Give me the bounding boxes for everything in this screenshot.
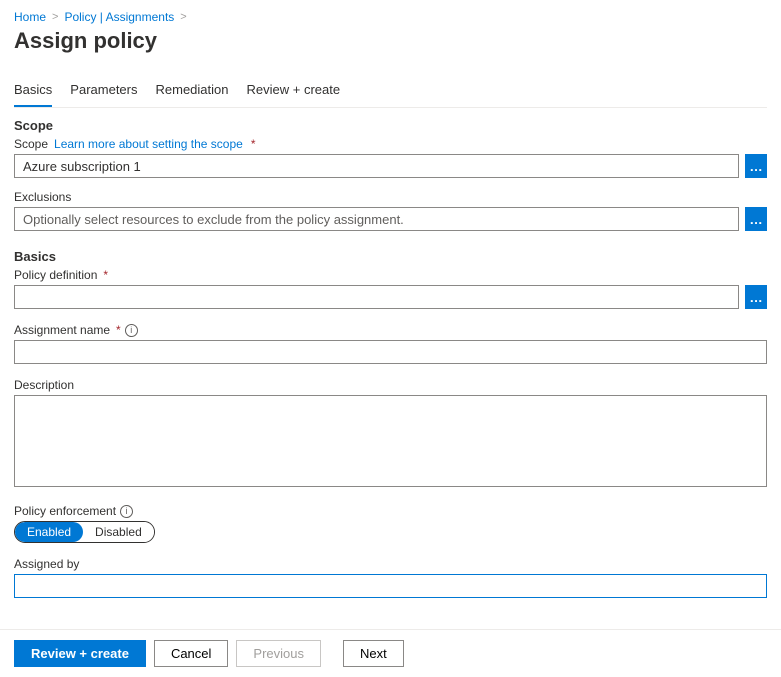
description-label: Description: [14, 378, 74, 392]
next-button[interactable]: Next: [343, 640, 404, 667]
cancel-button[interactable]: Cancel: [154, 640, 228, 667]
assignment-name-input[interactable]: [14, 340, 767, 364]
scope-label: Scope: [14, 137, 48, 151]
tab-parameters[interactable]: Parameters: [70, 82, 137, 107]
assignment-name-label: Assignment name: [14, 323, 110, 337]
enforcement-enabled[interactable]: Enabled: [15, 522, 83, 542]
policy-definition-input[interactable]: [14, 285, 739, 309]
assigned-by-input[interactable]: [14, 574, 767, 598]
scope-header: Scope: [14, 118, 767, 133]
scope-input[interactable]: [14, 154, 739, 178]
review-create-button[interactable]: Review + create: [14, 640, 146, 667]
page-title: Assign policy: [14, 28, 767, 54]
enforcement-disabled[interactable]: Disabled: [83, 522, 154, 542]
tab-bar: Basics Parameters Remediation Review + c…: [14, 82, 767, 108]
previous-button: Previous: [236, 640, 321, 667]
description-textarea[interactable]: [14, 395, 767, 487]
info-icon[interactable]: i: [125, 324, 138, 337]
scope-picker-button[interactable]: …: [745, 154, 767, 178]
policy-enforcement-label: Policy enforcement: [14, 504, 116, 518]
breadcrumb-policy[interactable]: Policy | Assignments: [64, 10, 174, 24]
learn-scope-link[interactable]: Learn more about setting the scope: [54, 137, 243, 151]
required-indicator: *: [116, 323, 121, 337]
required-indicator: *: [103, 268, 108, 282]
tab-review[interactable]: Review + create: [247, 82, 341, 107]
basics-header: Basics: [14, 249, 767, 264]
policy-definition-picker-button[interactable]: …: [745, 285, 767, 309]
assigned-by-label: Assigned by: [14, 557, 79, 571]
chevron-right-icon: >: [52, 11, 58, 23]
tab-remediation[interactable]: Remediation: [156, 82, 229, 107]
exclusions-label: Exclusions: [14, 190, 71, 204]
scope-section: Scope Scope Learn more about setting the…: [14, 118, 767, 231]
policy-definition-label: Policy definition: [14, 268, 97, 282]
enforcement-toggle: Enabled Disabled: [14, 521, 155, 543]
basics-section: Basics Policy definition * … Assignment …: [14, 249, 767, 598]
required-indicator: *: [251, 137, 256, 151]
breadcrumb: Home > Policy | Assignments >: [14, 10, 767, 24]
exclusions-picker-button[interactable]: …: [745, 207, 767, 231]
exclusions-input[interactable]: [14, 207, 739, 231]
chevron-right-icon: >: [180, 11, 186, 23]
bottom-action-bar: Review + create Cancel Previous Next: [0, 629, 781, 677]
breadcrumb-home[interactable]: Home: [14, 10, 46, 24]
tab-basics[interactable]: Basics: [14, 82, 52, 107]
info-icon[interactable]: i: [120, 505, 133, 518]
